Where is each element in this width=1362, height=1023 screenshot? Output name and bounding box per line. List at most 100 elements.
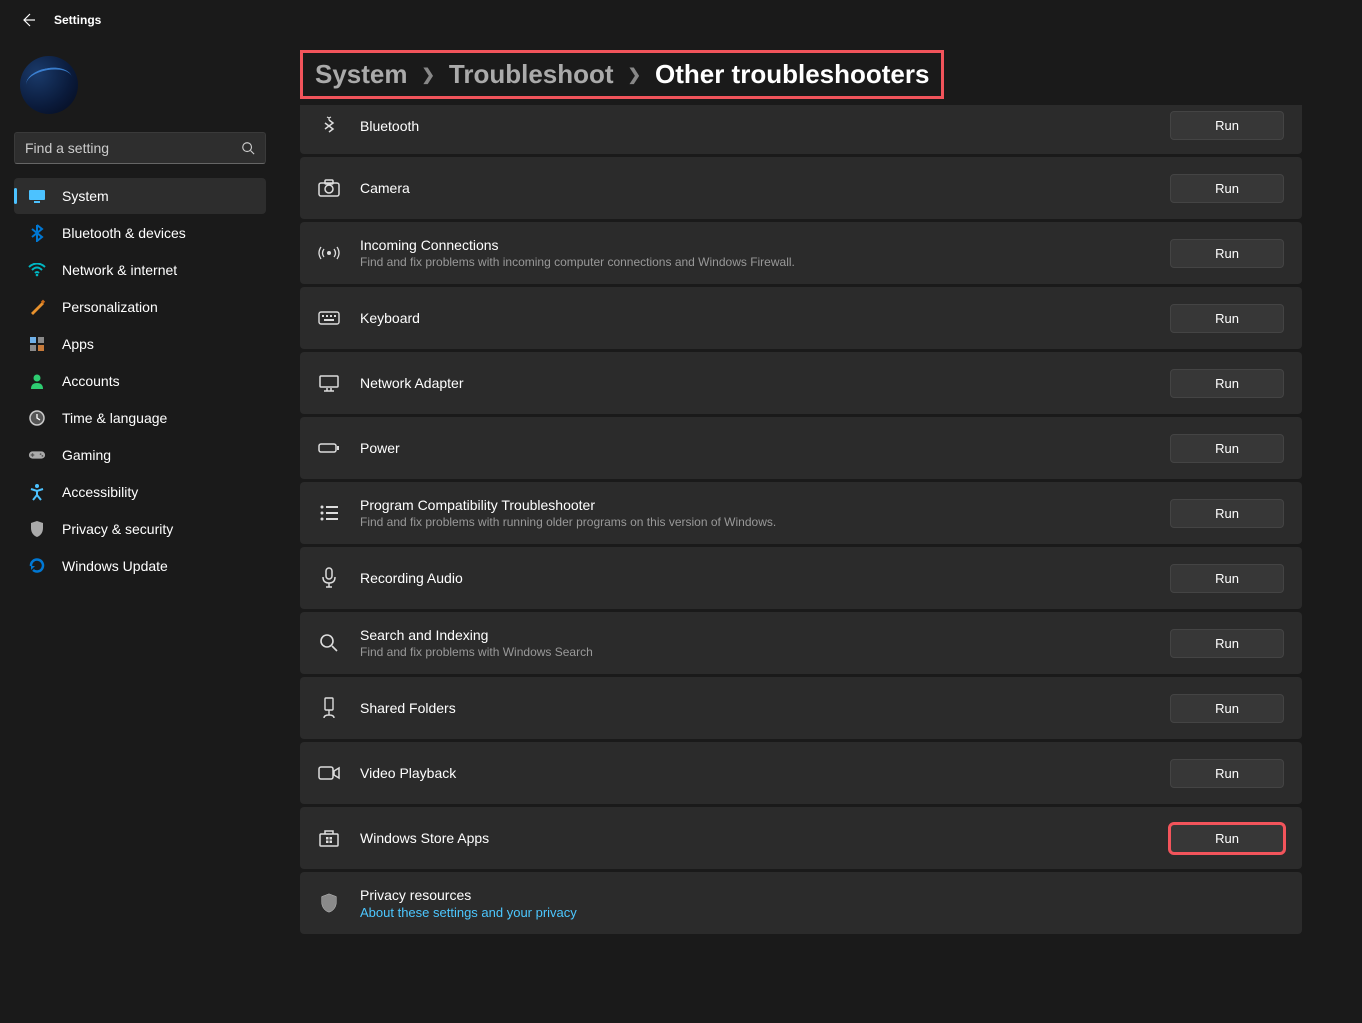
monitor-icon [318,372,340,394]
troubleshooter-title: Shared Folders [360,700,1150,716]
sidebar-item-privacy-security[interactable]: Privacy & security [14,511,266,547]
troubleshooter-windows-store-apps: Windows Store Apps Run [300,807,1302,869]
store-icon [318,827,340,849]
sidebar-item-time-language[interactable]: Time & language [14,400,266,436]
keyboard-icon [318,307,340,329]
update-icon [28,557,46,575]
run-button[interactable]: Run [1170,629,1284,658]
sidebar-item-label: Personalization [62,299,158,315]
sidebar-item-label: Accounts [62,373,120,389]
run-button[interactable]: Run [1170,239,1284,268]
shield-icon [28,520,46,538]
sidebar-item-label: Privacy & security [62,521,173,537]
troubleshooter-title: Bluetooth [360,118,1150,134]
camera-icon [318,177,340,199]
troubleshooter-power: Power Run [300,417,1302,479]
list-icon [318,502,340,524]
sidebar-item-label: Bluetooth & devices [62,225,186,241]
sidebar-item-windows-update[interactable]: Windows Update [14,548,266,584]
sidebar-item-accessibility[interactable]: Accessibility [14,474,266,510]
troubleshooter-title: Recording Audio [360,570,1150,586]
run-button[interactable]: Run [1170,759,1284,788]
breadcrumb-system[interactable]: System [315,59,408,90]
sidebar-item-gaming[interactable]: Gaming [14,437,266,473]
main-content: System ❯ Troubleshoot ❯ Other troublesho… [280,40,1362,954]
gamepad-icon [28,446,46,464]
troubleshooter-video-playback: Video Playback Run [300,742,1302,804]
sidebar-item-label: Gaming [62,447,111,463]
troubleshooter-shared-folders: Shared Folders Run [300,677,1302,739]
sidebar-item-label: Time & language [62,410,167,426]
search-input[interactable] [25,140,241,156]
wifi-icon [28,261,46,279]
sidebar-item-label: Accessibility [62,484,138,500]
sidebar-item-label: Network & internet [62,262,177,278]
troubleshooter-keyboard: Keyboard Run [300,287,1302,349]
battery-icon [318,437,340,459]
system-icon [28,187,46,205]
troubleshooter-title: Video Playback [360,765,1150,781]
run-button[interactable]: Run [1170,694,1284,723]
accessibility-icon [28,483,46,501]
sidebar-item-bluetooth-devices[interactable]: Bluetooth & devices [14,215,266,251]
shared-icon [318,697,340,719]
person-icon [28,372,46,390]
troubleshooter-network-adapter: Network Adapter Run [300,352,1302,414]
clock-icon [28,409,46,427]
back-icon[interactable] [20,12,36,28]
troubleshooter-desc: Find and fix problems with running older… [360,515,1150,529]
sidebar: System Bluetooth & devices Network & inter… [0,40,280,954]
troubleshooter-title: Program Compatibility Troubleshooter [360,497,1150,513]
search-icon [241,141,255,155]
brush-icon [28,298,46,316]
troubleshooter-title: Windows Store Apps [360,830,1150,846]
run-button[interactable]: Run [1170,499,1284,528]
troubleshooter-program-compatibility-troubleshooter: Program Compatibility Troubleshooter Find… [300,482,1302,544]
breadcrumb: System ❯ Troubleshoot ❯ Other troublesho… [300,50,944,99]
privacy-title: Privacy resources [360,887,1284,903]
sidebar-item-system[interactable]: System [14,178,266,214]
sidebar-item-label: Apps [62,336,94,352]
privacy-resources-row: Privacy resources About these settings a… [300,872,1302,934]
app-title: Settings [54,13,101,27]
sidebar-item-personalization[interactable]: Personalization [14,289,266,325]
troubleshooter-desc: Find and fix problems with Windows Searc… [360,645,1150,659]
run-button[interactable]: Run [1170,111,1284,140]
privacy-link[interactable]: About these settings and your privacy [360,905,1284,920]
troubleshooter-title: Keyboard [360,310,1150,326]
user-avatar[interactable] [20,56,78,114]
troubleshooter-camera: Camera Run [300,157,1302,219]
breadcrumb-troubleshoot[interactable]: Troubleshoot [449,59,614,90]
run-button[interactable]: Run [1170,304,1284,333]
sidebar-item-accounts[interactable]: Accounts [14,363,266,399]
mic-icon [318,567,340,589]
video-icon [318,762,340,784]
troubleshooter-incoming-connections: Incoming Connections Find and fix problem… [300,222,1302,284]
troubleshooter-title: Power [360,440,1150,456]
sidebar-item-label: System [62,188,109,204]
troubleshooter-desc: Find and fix problems with incoming comp… [360,255,1150,269]
troubleshooter-recording-audio: Recording Audio Run [300,547,1302,609]
run-button[interactable]: Run [1170,824,1284,853]
troubleshooter-search-and-indexing: Search and Indexing Find and fix problems… [300,612,1302,674]
troubleshooter-title: Network Adapter [360,375,1150,391]
chevron-right-icon: ❯ [628,65,641,85]
bluetooth-icon [28,224,46,242]
sidebar-item-label: Windows Update [62,558,168,574]
troubleshooter-title: Incoming Connections [360,237,1150,253]
troubleshooter-title: Camera [360,180,1150,196]
run-button[interactable]: Run [1170,564,1284,593]
chevron-right-icon: ❯ [422,65,435,85]
sidebar-item-network-internet[interactable]: Network & internet [14,252,266,288]
run-button[interactable]: Run [1170,434,1284,463]
search-box[interactable] [14,132,266,164]
troubleshooter-title: Search and Indexing [360,627,1150,643]
sidebar-item-apps[interactable]: Apps [14,326,266,362]
bluetooth-run-icon [318,115,340,137]
run-button[interactable]: Run [1170,174,1284,203]
run-button[interactable]: Run [1170,369,1284,398]
signal-icon [318,242,340,264]
breadcrumb-current: Other troubleshooters [655,59,929,90]
shield-icon [318,892,340,914]
troubleshooter-bluetooth: Bluetooth Run [300,105,1302,154]
